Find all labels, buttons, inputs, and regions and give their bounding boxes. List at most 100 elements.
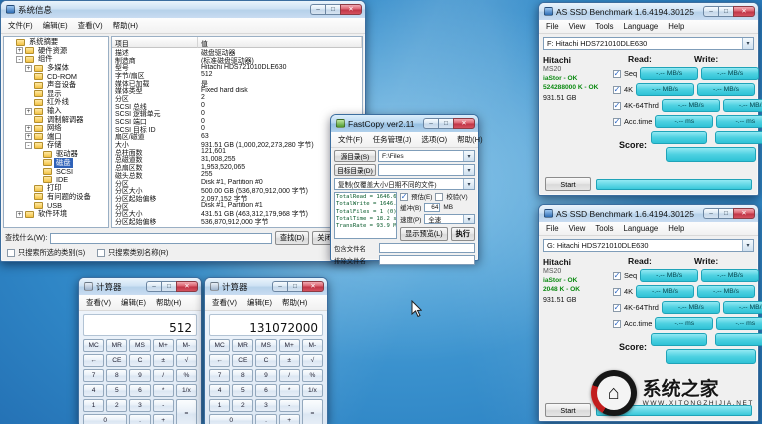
close-button[interactable]: ✕ [733,208,755,219]
menu-item[interactable]: Tools [590,223,618,234]
dropdown-arrow-icon[interactable]: ▾ [463,179,474,189]
calculator-key[interactable]: + [153,414,174,424]
calculator-key[interactable]: 1/x [176,384,197,397]
titlebar[interactable]: 计算器 – □ ✕ [79,278,201,295]
start-button[interactable]: Start [545,403,591,417]
calculator-key[interactable]: 5 [106,384,127,397]
calculator-key[interactable]: √ [176,354,197,367]
calculator-key[interactable]: M- [176,339,197,352]
calculator-key[interactable]: 7 [209,369,230,382]
menu-item[interactable]: Help [663,223,689,234]
minimize-button[interactable]: – [272,281,287,292]
calculator-key[interactable]: 9 [255,369,276,382]
maximize-button[interactable]: □ [161,281,176,292]
calculator-key[interactable]: MS [129,339,150,352]
calculator-key[interactable]: 6 [255,384,276,397]
calculator-key[interactable]: MR [232,339,253,352]
calculator-key[interactable]: 5 [232,384,253,397]
find-button[interactable]: 查找(D) [275,231,309,245]
calculator-key[interactable]: 3 [129,399,150,412]
maximize-button[interactable]: □ [438,118,453,129]
close-button[interactable]: ✕ [453,118,475,129]
calculator-key[interactable]: CE [106,354,127,367]
calculator-key[interactable]: 4 [83,384,104,397]
buffer-size-field[interactable]: 64 [424,203,440,212]
close-button[interactable]: ✕ [733,6,755,17]
search-category-names-checkbox[interactable] [97,249,105,257]
menu-item[interactable]: File [541,21,564,32]
menu-item[interactable]: Tools [590,21,618,32]
calculator-key[interactable]: M+ [153,339,174,352]
find-input[interactable] [50,233,272,244]
calculator-key[interactable]: MR [106,339,127,352]
minimize-button[interactable]: – [423,118,438,129]
calculator-key[interactable]: 1/x [302,384,323,397]
calculator-key[interactable]: C [255,354,276,367]
calculator-key[interactable]: % [302,369,323,382]
calculator-key[interactable]: CE [232,354,253,367]
calculator-key[interactable]: . [129,414,150,424]
tree-item[interactable]: SCSI [4,167,108,176]
calculator-key[interactable]: = [176,399,197,424]
calculator-key[interactable]: MC [209,339,230,352]
tree-item[interactable]: + 多媒体 [4,64,108,73]
calculator-key[interactable]: . [255,414,276,424]
dropdown-arrow-icon[interactable]: ▾ [463,151,474,161]
calculator-key[interactable]: 2 [232,399,253,412]
close-button[interactable]: ✕ [340,4,362,15]
acctime-checkbox[interactable]: ✓ [613,118,621,126]
calculator-key[interactable]: + [279,414,300,424]
menu-item[interactable]: 选项(O) [416,133,452,146]
calculator-key[interactable]: 4 [209,384,230,397]
maximize-button[interactable]: □ [718,208,733,219]
include-filter-input[interactable] [379,243,475,253]
calculator-key[interactable]: C [129,354,150,367]
drive-select-combo[interactable]: G: Hitachi HDS721010DLE630 ▾ [543,239,754,252]
calculator-key[interactable]: * [279,384,300,397]
calculator-key[interactable]: 9 [129,369,150,382]
tree-item[interactable]: 有问题的设备 [4,193,108,202]
seq-checkbox[interactable]: ✓ [613,70,621,78]
calculator-key[interactable]: = [302,399,323,424]
menu-item[interactable]: View [564,223,591,234]
calculator-key[interactable]: - [153,399,174,412]
calculator-key[interactable]: 3 [255,399,276,412]
minimize-button[interactable]: – [703,6,718,17]
dest-dir-button[interactable]: 目标目录(D) [334,164,376,176]
verify-checkbox[interactable] [435,193,443,201]
menu-item[interactable]: 帮助(H) [277,296,312,309]
titlebar[interactable]: 计算器 – □ ✕ [205,278,327,295]
maximize-button[interactable]: □ [287,281,302,292]
titlebar[interactable]: FastCopy ver2.11 – □ ✕ [331,115,478,132]
calculator-key[interactable]: 8 [106,369,127,382]
menu-item[interactable]: 帮助(H) [151,296,186,309]
minimize-button[interactable]: – [310,4,325,15]
menu-item[interactable]: 编辑(E) [38,19,73,32]
maximize-button[interactable]: □ [718,6,733,17]
calculator-key[interactable]: / [153,369,174,382]
calculator-key[interactable]: 2 [106,399,127,412]
acctime-checkbox[interactable]: ✓ [613,320,621,328]
tree-expander-icon[interactable]: - [25,142,32,149]
search-selected-category-checkbox[interactable] [7,249,15,257]
menu-item[interactable]: 任务管理(J) [368,133,417,146]
category-tree[interactable]: 系统摘要 + 硬件资源 - 组件 + [3,36,109,228]
close-button[interactable]: ✕ [176,281,198,292]
calculator-key[interactable]: / [279,369,300,382]
dest-path-combo[interactable]: ▾ [378,164,475,176]
calculator-key[interactable]: 7 [83,369,104,382]
4k-checkbox[interactable]: ✓ [613,288,621,296]
close-button[interactable]: ✕ [302,281,324,292]
tree-item[interactable]: + 硬件资源 [4,47,108,56]
tree-expander-icon[interactable]: + [16,211,23,218]
menu-item[interactable]: 帮助(H) [108,19,143,32]
calculator-key[interactable]: MS [255,339,276,352]
calculator-key[interactable]: ← [209,354,230,367]
dropdown-arrow-icon[interactable]: ▾ [742,38,753,49]
listing-button[interactable]: 显示预览(L) [400,227,448,241]
table-row[interactable]: 分区起始偏移 536,870,912,000 字节 [112,217,362,225]
menu-item[interactable]: 查看(V) [81,296,116,309]
minimize-button[interactable]: – [146,281,161,292]
menu-item[interactable]: 查看(V) [207,296,242,309]
drive-select-combo[interactable]: F: Hitachi HDS721010DLE630 ▾ [543,37,754,50]
